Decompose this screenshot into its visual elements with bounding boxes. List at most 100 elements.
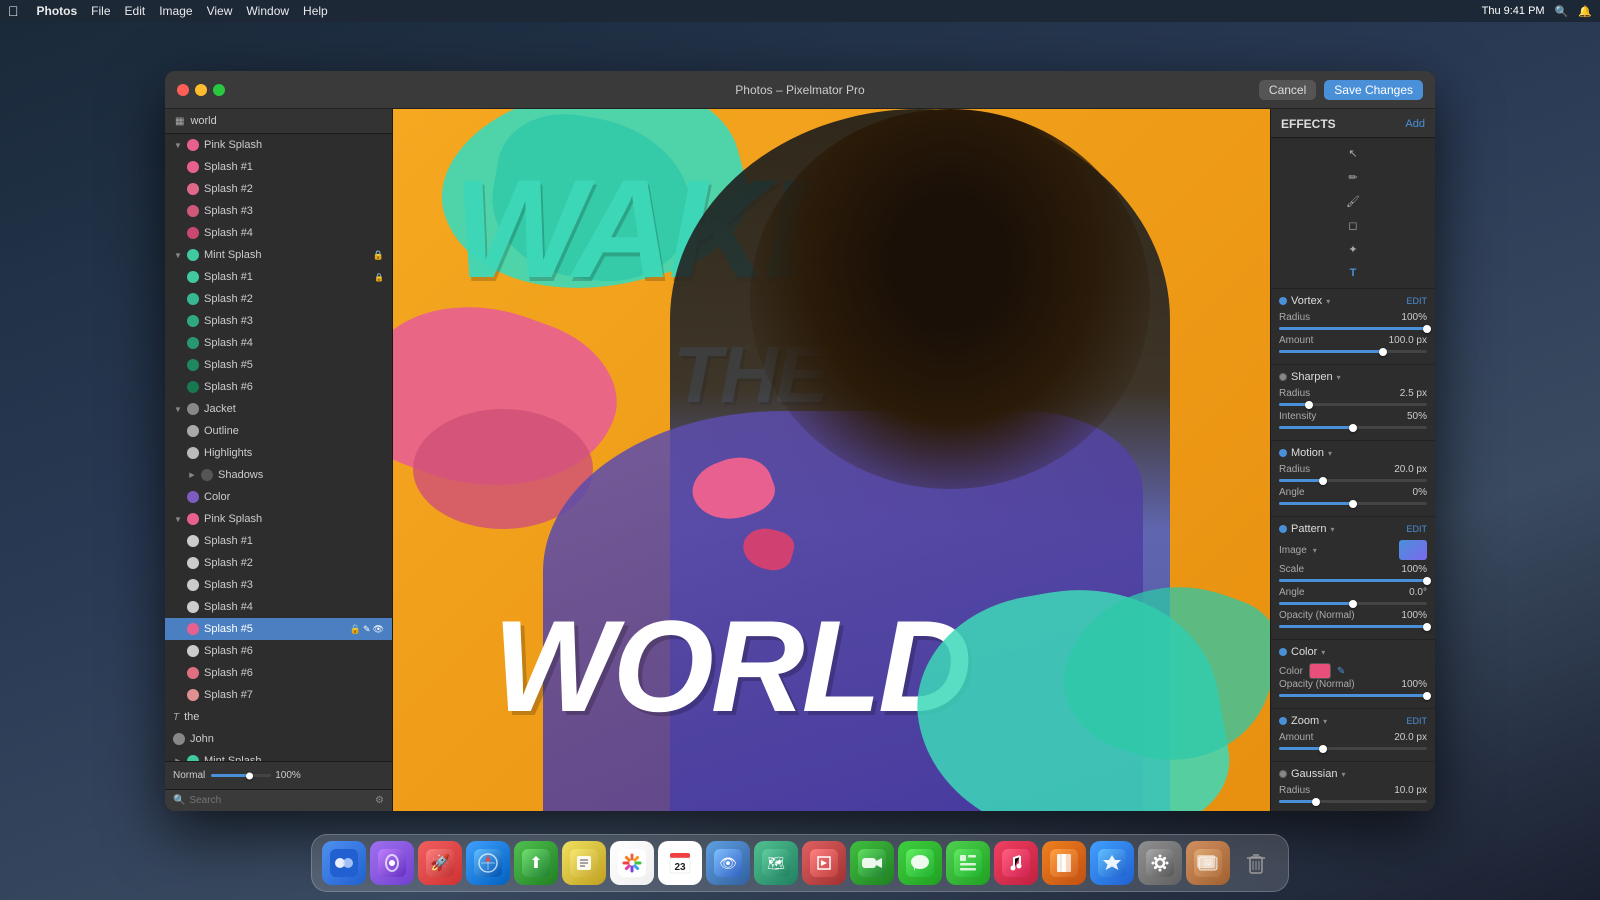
- dock-icon-launchpad[interactable]: 🚀: [418, 841, 462, 885]
- list-item[interactable]: Splash #1 🔒: [165, 266, 392, 288]
- dock-icon-music[interactable]: [994, 841, 1038, 885]
- list-item[interactable]: Splash #6: [165, 376, 392, 398]
- layer-group-pink-splash-2[interactable]: ▼ Pink Splash: [165, 508, 392, 530]
- effect-enabled-dot[interactable]: [1279, 648, 1287, 656]
- layers-list[interactable]: ▼ Pink Splash Splash #1 Splash #2: [165, 134, 392, 761]
- layer-group-mint-splash-2[interactable]: ▶ Mint Splash: [165, 750, 392, 761]
- effect-enabled-dot[interactable]: [1279, 717, 1287, 725]
- list-item[interactable]: Splash #5: [165, 354, 392, 376]
- dock-icon-siri[interactable]: [370, 841, 414, 885]
- list-item[interactable]: Splash #3: [165, 310, 392, 332]
- dock-icon-notes[interactable]: [562, 841, 606, 885]
- dock-icon-calendar[interactable]: 23: [658, 841, 702, 885]
- fullscreen-button[interactable]: [213, 84, 225, 96]
- effect-edit-button[interactable]: EDIT: [1406, 716, 1427, 726]
- eraser-tool[interactable]: ◻: [1342, 214, 1364, 236]
- menubar-search-icon[interactable]: 🔍: [1555, 5, 1569, 18]
- wand-tool[interactable]: ✦: [1342, 238, 1364, 260]
- list-item[interactable]: Highlights: [165, 442, 392, 464]
- cursor-tool[interactable]: ↖: [1342, 142, 1364, 164]
- dock-icon-ibooks[interactable]: [1042, 841, 1086, 885]
- list-item[interactable]: Splash #3: [165, 200, 392, 222]
- search-input[interactable]: [189, 795, 371, 806]
- layer-group-mint-splash[interactable]: ▼ Mint Splash 🔒: [165, 244, 392, 266]
- effect-edit-button[interactable]: EDIT: [1406, 524, 1427, 534]
- motion-angle-slider[interactable]: [1279, 502, 1427, 505]
- effect-enabled-dot[interactable]: [1279, 449, 1287, 457]
- layer-text-the[interactable]: T the: [165, 706, 392, 728]
- effects-add-button[interactable]: Add: [1405, 118, 1425, 130]
- dock-icon-appstore[interactable]: [1090, 841, 1134, 885]
- dock-icon-numbers[interactable]: [946, 841, 990, 885]
- sharpen-intensity-slider[interactable]: [1279, 426, 1427, 429]
- dock-icon-facetime[interactable]: [850, 841, 894, 885]
- list-item[interactable]: Splash #6: [165, 640, 392, 662]
- menu-file[interactable]: File: [91, 4, 110, 18]
- list-item[interactable]: Splash #7: [165, 684, 392, 706]
- list-item[interactable]: Splash #2: [165, 178, 392, 200]
- dock-icon-messages[interactable]: [898, 841, 942, 885]
- list-item[interactable]: Splash #3: [165, 574, 392, 596]
- gaussian-radius-slider[interactable]: [1279, 800, 1427, 803]
- color-swatch[interactable]: [1309, 663, 1331, 679]
- layer-selected-splash5[interactable]: Splash #5 🔒 ✎ 👁: [165, 618, 392, 640]
- zoom-amount-slider[interactable]: [1279, 747, 1427, 750]
- pattern-opacity-slider[interactable]: [1279, 625, 1427, 628]
- blend-mode-label[interactable]: Normal: [173, 770, 205, 781]
- list-item[interactable]: ▶ Shadows: [165, 464, 392, 486]
- motion-radius-slider[interactable]: [1279, 479, 1427, 482]
- menu-edit[interactable]: Edit: [125, 4, 146, 18]
- text-tool[interactable]: T: [1342, 262, 1364, 284]
- menu-view[interactable]: View: [207, 4, 233, 18]
- sharpen-radius-slider[interactable]: [1279, 403, 1427, 406]
- save-button[interactable]: Save Changes: [1324, 80, 1423, 100]
- list-item[interactable]: Splash #6: [165, 662, 392, 684]
- menubar-notification-icon[interactable]: 🔔: [1578, 5, 1592, 18]
- effect-enabled-dot[interactable]: [1279, 525, 1287, 533]
- dock-icon-safari[interactable]: [466, 841, 510, 885]
- list-item[interactable]: Outline: [165, 420, 392, 442]
- effect-enabled-dot[interactable]: [1279, 770, 1287, 778]
- menu-window[interactable]: Window: [246, 4, 289, 18]
- dock-icon-systemprefs[interactable]: [1138, 841, 1182, 885]
- effect-enabled-dot[interactable]: [1279, 297, 1287, 305]
- layers-settings-icon[interactable]: ⚙: [375, 795, 384, 806]
- list-item[interactable]: Splash #4: [165, 596, 392, 618]
- close-button[interactable]: [177, 84, 189, 96]
- pattern-angle-slider[interactable]: [1279, 602, 1427, 605]
- layer-group-pink-splash[interactable]: ▼ Pink Splash: [165, 134, 392, 156]
- list-item[interactable]: Splash #1: [165, 530, 392, 552]
- layer-group-jacket[interactable]: ▼ Jacket: [165, 398, 392, 420]
- list-item[interactable]: Splash #4: [165, 332, 392, 354]
- vortex-radius-slider[interactable]: [1279, 327, 1427, 330]
- paint-tool[interactable]: 🖌: [1342, 190, 1364, 212]
- dock-icon-maps[interactable]: 🗺: [754, 841, 798, 885]
- cancel-button[interactable]: Cancel: [1259, 80, 1316, 100]
- dock-icon-photos-library[interactable]: 🖼: [1186, 841, 1230, 885]
- menu-app[interactable]: Photos: [37, 4, 78, 18]
- dock-icon-photos[interactable]: [610, 841, 654, 885]
- pattern-scale-slider[interactable]: [1279, 579, 1427, 582]
- apple-menu[interactable]: : [8, 3, 19, 19]
- dock-icon-quicklook[interactable]: 👁: [706, 841, 750, 885]
- dock-icon-trash[interactable]: [1234, 841, 1278, 885]
- vortex-amount-slider[interactable]: [1279, 350, 1427, 353]
- list-item[interactable]: Splash #2: [165, 288, 392, 310]
- effect-enabled-dot[interactable]: [1279, 373, 1287, 381]
- menu-image[interactable]: Image: [159, 4, 192, 18]
- color-opacity-slider[interactable]: [1279, 694, 1427, 697]
- menu-help[interactable]: Help: [303, 4, 328, 18]
- list-item[interactable]: Splash #2: [165, 552, 392, 574]
- pattern-image-thumb[interactable]: [1399, 540, 1427, 560]
- effect-edit-button[interactable]: EDIT: [1406, 296, 1427, 306]
- minimize-button[interactable]: [195, 84, 207, 96]
- layer-image-john[interactable]: John: [165, 728, 392, 750]
- dock-icon-pixelmator[interactable]: [802, 841, 846, 885]
- dock-icon-finder[interactable]: [322, 841, 366, 885]
- color-edit-icon[interactable]: ✎: [1337, 666, 1345, 677]
- brush-tool[interactable]: ✏: [1342, 166, 1364, 188]
- list-item[interactable]: Splash #1: [165, 156, 392, 178]
- list-item[interactable]: Splash #4: [165, 222, 392, 244]
- dock-icon-migration[interactable]: ⬆: [514, 841, 558, 885]
- list-item[interactable]: Color: [165, 486, 392, 508]
